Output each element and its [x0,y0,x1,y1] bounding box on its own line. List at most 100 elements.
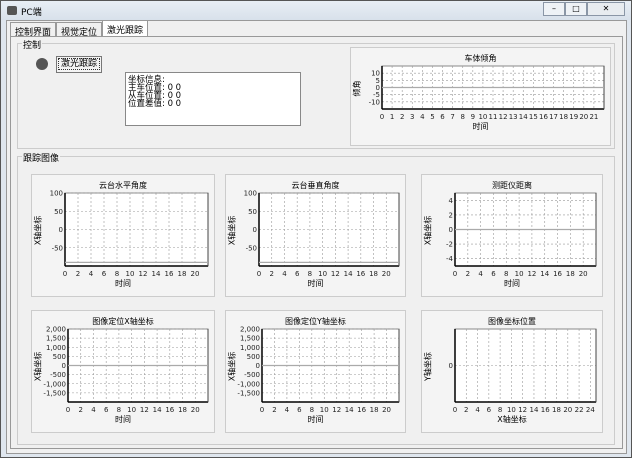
laser-tracking-button-label: 激光跟踪 [57,58,100,70]
x-tick-label: 16 [165,270,174,278]
x-tick-label: 0 [453,406,457,414]
client-area: 控制界面 视觉定位 激光跟踪 控制 激光跟踪 坐标信息: 主车位置: 0 0 从… [6,20,627,454]
y-tick-label: 100 [50,190,63,198]
x-tick-label: 4 [475,406,480,414]
x-tick-label: 19 [569,113,578,121]
tab-page: 控制 激光跟踪 坐标信息: 主车位置: 0 0 从车位置: 0 0 位置差值: … [10,36,623,449]
x-tick-label: 14 [152,270,161,278]
x-tick-label: 2 [269,270,273,278]
y-tick-label: 500 [53,353,66,361]
x-tick-label: 12 [527,270,536,278]
x-axis-label: 时间 [115,279,131,288]
x-tick-label: 14 [345,406,354,414]
x-tick-label: 11 [489,113,498,121]
control-group-label: 控制 [22,38,43,51]
x-tick-label: 18 [559,113,568,121]
x-tick-label: 2 [78,406,82,414]
y-tick-label: 50 [248,208,257,216]
status-indicator [36,58,48,70]
x-tick-label: 18 [369,270,378,278]
x-tick-label: 12 [499,113,508,121]
x-tick-label: 6 [491,270,496,278]
laser-tracking-button[interactable]: 激光跟踪 [56,56,102,73]
x-tick-label: 20 [191,270,200,278]
x-tick-label: 8 [504,270,508,278]
x-tick-label: 4 [420,113,425,121]
x-tick-label: 10 [318,270,327,278]
y-tick-label: 1,000 [240,344,260,352]
x-tick-label: 10 [515,270,524,278]
chart-image-y: 图像定位Y轴坐标 0 2 4 6 8 10 12 14 16 18 20 2,000 1,500 1,000… [225,310,406,433]
x-tick-label: 16 [553,270,562,278]
x-tick-label: 22 [575,406,584,414]
y-tick-label: 2 [449,211,453,219]
y-axis-label: Y轴坐标 [423,351,433,381]
y-tick-label: -1,500 [43,389,66,397]
x-tick-label: 16 [357,406,366,414]
x-axis-label: 时间 [307,279,324,288]
x-tick-label: 12 [139,270,148,278]
chart-image-position: 图像坐标位置 0 2 4 6 8 10 12 14 16 18 20 22 24 0 X轴坐标 Y轴坐标 [421,310,603,433]
x-tick-label: 2 [76,270,80,278]
x-tick-label: 0 [66,406,70,414]
app-icon [7,6,17,15]
tab-vision[interactable]: 视觉定位 [56,22,103,38]
x-tick-label: 12 [332,406,341,414]
y-axis-label: 倾角 [352,80,362,96]
x-tick-label: 12 [140,406,149,414]
y-tick-label: 1,000 [46,344,66,352]
x-tick-label: 14 [540,270,549,278]
x-tick-label: 20 [563,406,572,414]
y-tick-label: -10 [369,98,380,106]
x-tick-label: 14 [153,406,162,414]
tab-laser-tracking[interactable]: 激光跟踪 [102,20,149,36]
x-tick-label: 4 [282,270,287,278]
x-tick-label: 4 [285,406,290,414]
y-tick-label: -2 [446,241,453,249]
coordinate-info-textbox[interactable]: 坐标信息: 主车位置: 0 0 从车位置: 0 0 位置差值: 0 0 [125,72,301,126]
x-tick-label: 6 [104,406,109,414]
maximize-button[interactable]: □ [565,2,587,16]
x-tick-label: 6 [487,406,492,414]
x-tick-label: 9 [471,113,475,121]
chart-pan-angle: 云台水平角度 0 2 4 6 8 10 12 14 16 18 20 100 50 0 -50 时间 X轴坐标 [31,174,215,297]
x-tick-label: 0 [257,270,261,278]
x-tick-label: 20 [191,406,200,414]
y-axis-label: X轴坐标 [423,215,433,245]
y-axis-label: X轴坐标 [33,351,43,381]
x-tick-label: 16 [541,406,550,414]
x-tick-label: 12 [331,270,340,278]
y-tick-label: -500 [244,371,260,379]
x-tick-label: 18 [370,406,379,414]
y-tick-label: 1,500 [46,335,66,343]
tab-control[interactable]: 控制界面 [10,22,57,38]
close-button[interactable]: ✕ [587,2,625,16]
x-tick-label: 18 [566,270,575,278]
tab-bar: 控制界面 视觉定位 激光跟踪 [10,20,149,38]
x-tick-label: 3 [410,113,414,121]
y-tick-label: 0 [62,362,66,370]
x-tick-label: 8 [498,406,502,414]
y-tick-label: -1,000 [237,380,260,388]
y-axis-label: X轴坐标 [33,215,43,245]
app-window: PC端 – □ ✕ 控制界面 视觉定位 激光跟踪 控制 激光跟踪 坐标信息: 主… [0,0,632,458]
x-tick-label: 1 [390,113,394,121]
y-tick-label: -50 [246,244,257,252]
y-tick-label: 0 [449,226,453,234]
x-tick-label: 6 [102,270,107,278]
x-tick-label: 21 [589,113,598,121]
x-tick-label: 14 [519,113,528,121]
x-tick-label: 10 [320,406,329,414]
minimize-button[interactable]: – [543,2,565,16]
y-tick-label: -1,500 [237,389,260,397]
x-tick-label: 10 [478,113,487,121]
x-tick-label: 8 [310,406,314,414]
x-tick-label: 8 [115,270,119,278]
x-tick-label: 20 [382,270,391,278]
x-tick-label: 16 [356,270,365,278]
x-tick-label: 18 [552,406,561,414]
y-tick-label: -500 [50,371,66,379]
x-tick-label: 14 [344,270,353,278]
x-tick-label: 2 [272,406,276,414]
y-tick-label: 4 [449,197,454,205]
